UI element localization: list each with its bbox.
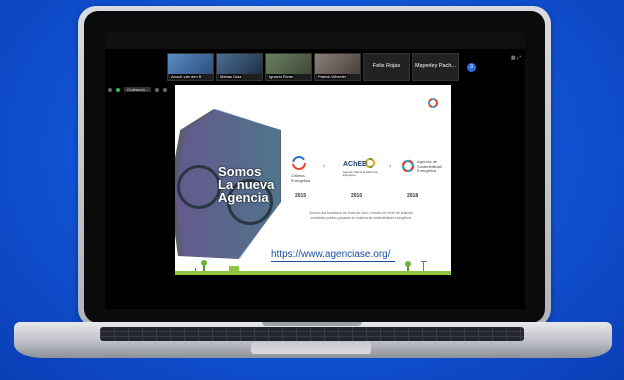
participant-name: Matías Díaz — [219, 74, 243, 79]
logo-2010-icon — [365, 158, 375, 168]
participant-name: Anouk van den B — [170, 74, 203, 79]
slide-headline: Somos La nueva Agencia — [218, 165, 274, 204]
headline-line: Agencia — [218, 190, 269, 205]
participant-tile[interactable]: Anouk van den B — [167, 53, 214, 81]
close-dot-icon[interactable] — [108, 87, 112, 92]
year-label: 2018 — [407, 193, 419, 199]
bicycle-wheel — [177, 165, 221, 209]
year-label: 2015 — [295, 193, 307, 199]
video-call-screen: Anouk van den B Matías Díaz Ignacio Riva… — [105, 33, 525, 309]
participant-video — [217, 54, 262, 74]
participant-strip: Anouk van den B Matías Díaz Ignacio Riva… — [167, 53, 459, 81]
shared-slide: Somos La nueva Agencia Chilena Energétic… — [175, 85, 451, 275]
participant-tile[interactable]: Felix Rojas — [363, 53, 410, 81]
pause-icon[interactable] — [155, 87, 160, 92]
logo-2010-sub: Agencia Chilena de Eficiencia Energética — [343, 171, 378, 177]
view-options-icon[interactable]: ▦ ⤢ — [511, 55, 521, 61]
keyboard — [100, 327, 524, 341]
share-toolbar: Grabando... — [105, 87, 168, 92]
more-participants-button[interactable]: 3 — [467, 63, 476, 72]
logo-2018-icon — [401, 159, 415, 173]
participant-tile[interactable]: Mayerley Pach... — [412, 53, 459, 81]
arrow-right-icon: › — [323, 163, 326, 170]
arrow-right-icon: › — [389, 163, 392, 170]
participant-name: Felix Rojas — [372, 63, 401, 69]
participant-name: Patrick Wheeler — [317, 74, 348, 79]
slide-paragraph: Somos una fundación sin fines de lucro, … — [309, 211, 413, 220]
year-label: 2010 — [351, 193, 363, 199]
participant-video — [266, 54, 311, 74]
share-label[interactable]: Grabando... — [124, 87, 152, 92]
logo-2015-icon — [292, 156, 306, 170]
participant-name: Mayerley Pach... — [415, 63, 456, 69]
participant-video — [315, 54, 360, 74]
recording-dot-icon — [116, 87, 120, 92]
participant-tile[interactable]: Ignacio Rivas — [265, 53, 312, 81]
city-silhouette — [175, 260, 451, 275]
logo-2015-label: Chilena Energética — [291, 173, 311, 183]
corner-logo-icon — [428, 98, 438, 108]
trackpad — [251, 342, 371, 354]
top-bar — [105, 33, 525, 49]
participant-tile[interactable]: Matías Díaz — [216, 53, 263, 81]
stop-icon[interactable] — [163, 87, 168, 92]
participant-tile[interactable]: Patrick Wheeler — [314, 53, 361, 81]
participant-video — [168, 54, 213, 74]
participant-name: Ignacio Rivas — [268, 74, 295, 79]
laptop-hinge — [262, 322, 362, 326]
logo-2018-label: Agencia de Sostenibilidad Energética — [417, 159, 442, 173]
